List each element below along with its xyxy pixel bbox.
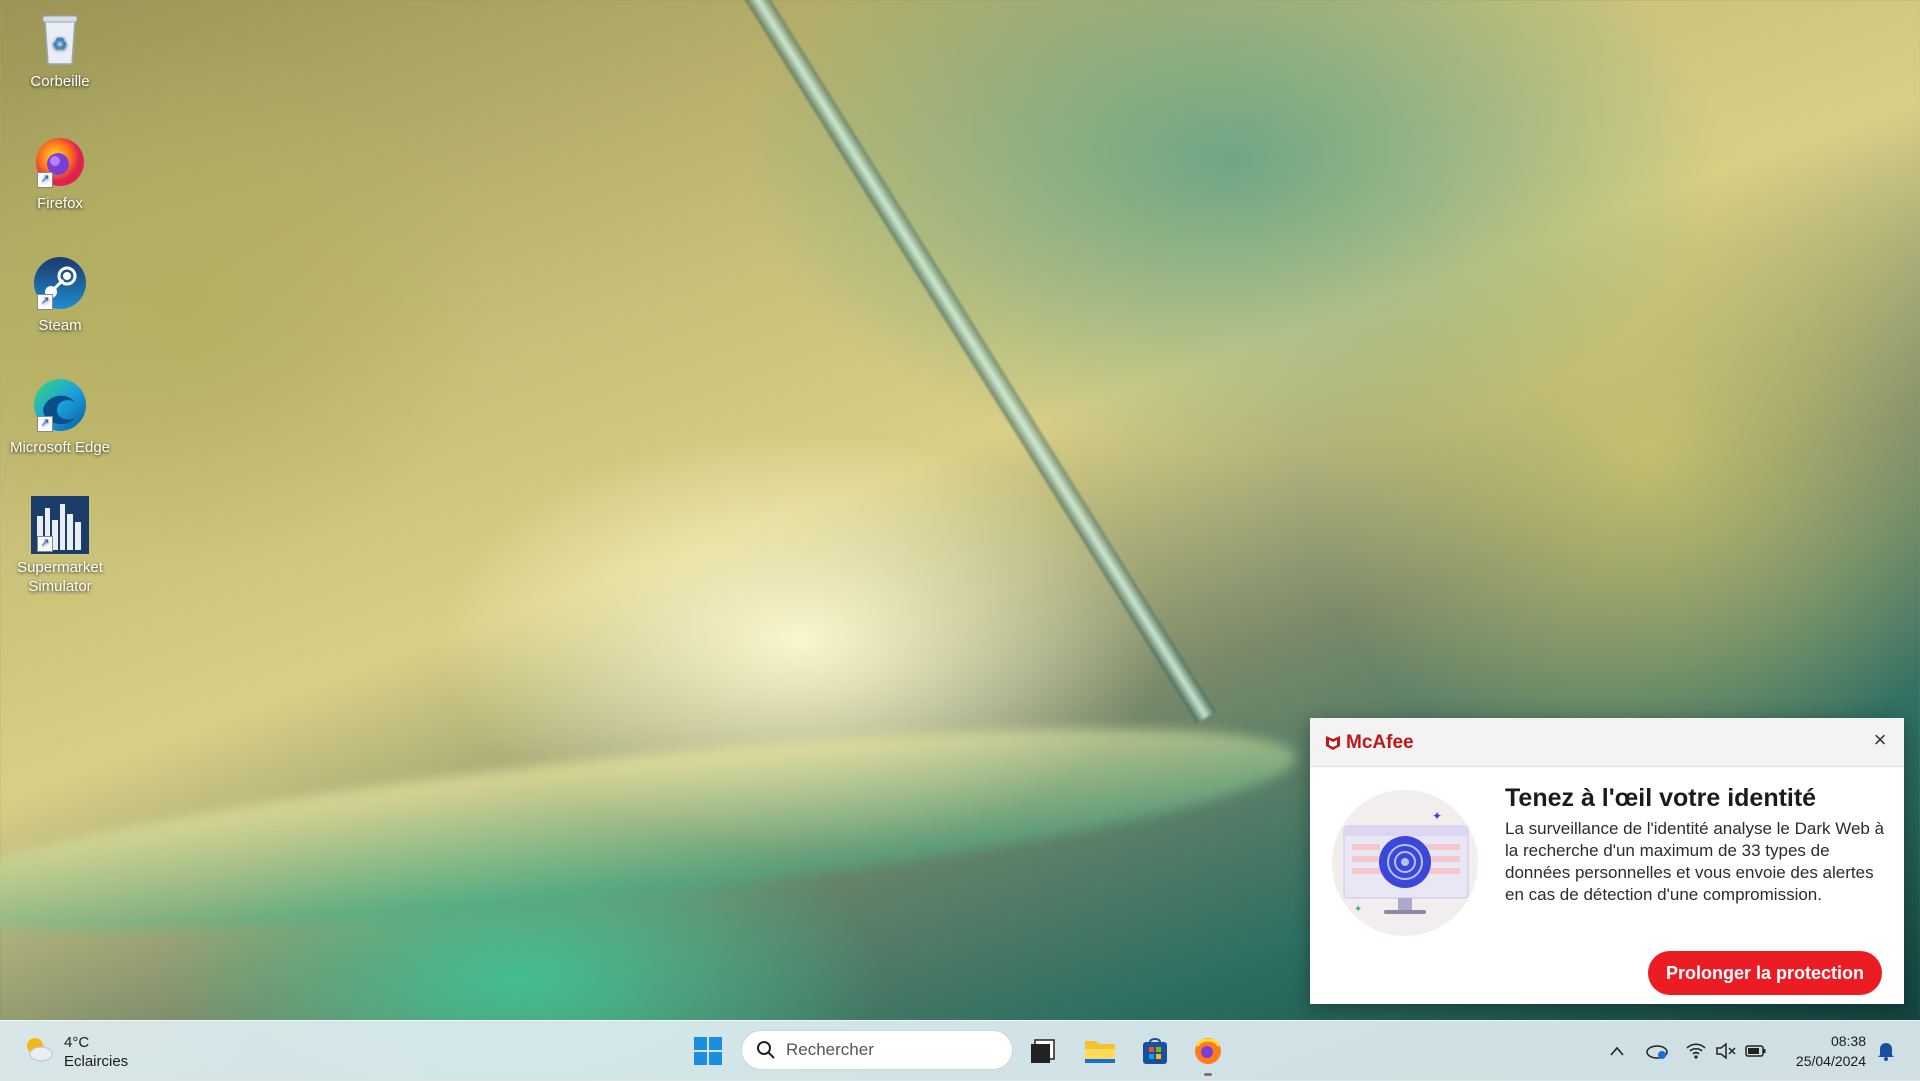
- file-explorer-button[interactable]: [1082, 1033, 1118, 1069]
- wifi-tray-button[interactable]: [1684, 1039, 1708, 1063]
- desktop-icon-label: Firefox: [37, 195, 83, 212]
- microsoft-store-button[interactable]: [1137, 1033, 1173, 1069]
- desktop-icon-label: Corbeille: [30, 73, 90, 90]
- weather-widget[interactable]: 4°C Eclaircies: [22, 1033, 128, 1071]
- clock[interactable]: 08:38 25/04/2024: [1786, 1031, 1866, 1071]
- mcafee-shield-icon: [1326, 736, 1340, 750]
- battery-tray-button[interactable]: [1744, 1039, 1768, 1063]
- mcafee-notification: McAfee × ✦ ✦ Tenez à l'œil votre identit…: [1310, 718, 1904, 1004]
- steam-icon: ↗: [31, 254, 89, 312]
- bell-icon: [1878, 1043, 1894, 1061]
- clock-date: 25/04/2024: [1795, 1053, 1866, 1069]
- clock-time: 08:38: [1830, 1033, 1866, 1049]
- desktop-icon-label: Microsoft Edge: [9, 439, 111, 456]
- weather-temp: 4°C: [64, 1034, 90, 1051]
- shortcut-arrow-icon: ↗: [37, 536, 53, 552]
- partly-cloudy-icon: [27, 1038, 53, 1062]
- taskbar: 4°C Eclaircies Rechercher 08:38 25/04/20…: [0, 1020, 1920, 1081]
- task-view-icon: [1031, 1039, 1055, 1063]
- edge-icon: ↗: [31, 376, 89, 434]
- desktop-icon-supermarket-simulator[interactable]: ↗ Supermarket Simulator: [6, 496, 114, 596]
- recycle-bin-icon: ♻: [31, 10, 89, 68]
- mcafee-title: Tenez à l'œil votre identité: [1505, 784, 1817, 812]
- desktop-icon-steam[interactable]: ↗ Steam: [6, 254, 114, 335]
- taskbar-search[interactable]: Rechercher: [741, 1030, 1013, 1070]
- desktop-icon-label: Steam: [38, 317, 82, 334]
- battery-icon: [1745, 1045, 1766, 1057]
- desktop-icon-recycle-bin[interactable]: ♻ Corbeille: [6, 10, 114, 91]
- volume-muted-icon: [1716, 1042, 1736, 1060]
- svg-text:✦: ✦: [1432, 809, 1442, 823]
- weather-desc: Eclaircies: [64, 1053, 129, 1070]
- chevron-up-icon: [1610, 1046, 1624, 1056]
- search-icon: [757, 1041, 775, 1059]
- shortcut-arrow-icon: ↗: [37, 416, 53, 432]
- mcafee-brand-name: McAfee: [1346, 732, 1414, 753]
- task-view-button[interactable]: [1025, 1033, 1061, 1069]
- desktop-icon-label: Supermarket Simulator: [17, 559, 103, 595]
- show-hidden-icons-button[interactable]: [1605, 1039, 1629, 1063]
- cloud-icon: [1646, 1045, 1668, 1059]
- firefox-icon: ↗: [31, 132, 89, 190]
- shortcut-arrow-icon: ↗: [37, 294, 53, 310]
- windows-logo-icon: [694, 1037, 722, 1065]
- svg-text:♻: ♻: [52, 34, 68, 55]
- wallpaper-band: [0, 687, 1304, 973]
- extend-protection-button[interactable]: Prolonger la protection: [1648, 951, 1882, 995]
- firefox-icon: [1195, 1038, 1221, 1064]
- folder-icon: [1085, 1041, 1115, 1063]
- volume-tray-button[interactable]: [1714, 1039, 1738, 1063]
- mcafee-logo: McAfee: [1324, 732, 1414, 754]
- start-button[interactable]: [690, 1033, 726, 1069]
- firefox-taskbar-button[interactable]: [1190, 1033, 1226, 1069]
- search-placeholder: Rechercher: [786, 1040, 874, 1059]
- onedrive-tray-button[interactable]: [1645, 1039, 1669, 1063]
- wallpaper-streak: [720, 0, 1216, 724]
- wifi-icon: [1686, 1043, 1706, 1059]
- mcafee-header: McAfee ×: [1310, 718, 1904, 767]
- close-icon[interactable]: ×: [1868, 728, 1892, 752]
- supermarket-simulator-icon: ↗: [31, 496, 89, 554]
- shortcut-arrow-icon: ↗: [37, 172, 53, 188]
- store-icon: [1143, 1038, 1167, 1064]
- svg-text:✦: ✦: [1354, 904, 1362, 915]
- desktop-icon-firefox[interactable]: ↗ Firefox: [6, 132, 114, 213]
- running-indicator: [1204, 1073, 1212, 1076]
- notifications-button[interactable]: [1874, 1039, 1898, 1063]
- desktop-icon-edge[interactable]: ↗ Microsoft Edge: [6, 376, 114, 457]
- identity-monitor-illustration: ✦ ✦: [1332, 790, 1478, 936]
- mcafee-body: La surveillance de l'identité analyse le…: [1505, 819, 1885, 904]
